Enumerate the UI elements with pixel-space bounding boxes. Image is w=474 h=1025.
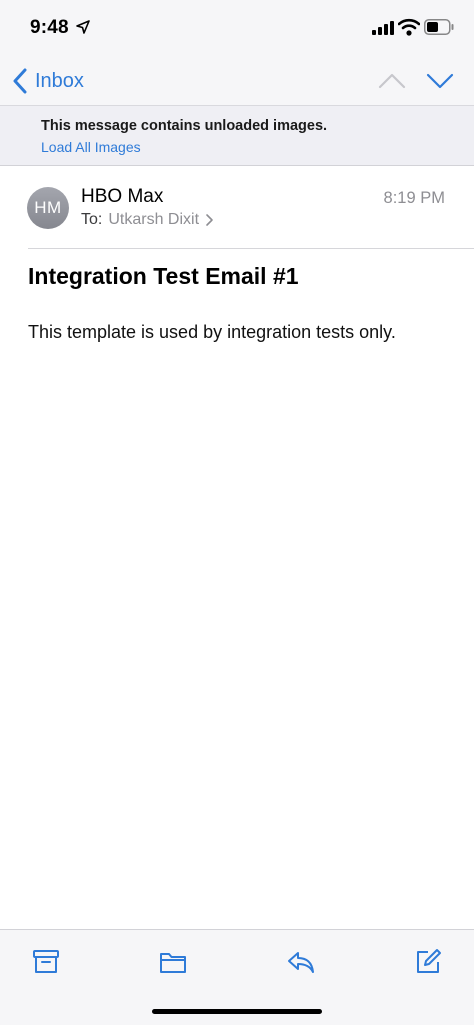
sender-name[interactable]: HBO Max	[81, 186, 163, 208]
unloaded-images-banner: This message contains unloaded images. L…	[0, 106, 474, 166]
nav-bar: Inbox	[0, 56, 474, 106]
banner-message: This message contains unloaded images.	[41, 118, 328, 134]
location-arrow-icon	[76, 20, 90, 34]
email-header: HM HBO Max 8:19 PM To: Utkarsh Dixit	[0, 167, 474, 249]
status-time: 9:48	[30, 17, 69, 38]
cellular-signal-icon	[372, 21, 394, 35]
reply-icon[interactable]	[287, 948, 315, 976]
folder-icon[interactable]	[159, 948, 187, 976]
battery-icon	[424, 19, 454, 35]
previous-message-chevron-up-icon[interactable]	[378, 68, 406, 94]
next-message-chevron-down-icon[interactable]	[426, 68, 454, 94]
status-bar: 9:48	[0, 0, 474, 56]
chevron-right-icon	[206, 214, 213, 226]
email-body: This template is used by integration tes…	[28, 322, 396, 342]
back-to-inbox-button[interactable]: Inbox	[12, 66, 84, 96]
recipient-row[interactable]: To: Utkarsh Dixit	[81, 211, 214, 229]
sender-avatar[interactable]: HM	[27, 187, 69, 229]
load-all-images-link[interactable]: Load All Images	[41, 139, 141, 155]
wifi-icon	[398, 18, 420, 36]
recipient-name[interactable]: Utkarsh Dixit	[108, 211, 199, 229]
email-subject: Integration Test Email #1	[28, 263, 299, 289]
back-label: Inbox	[35, 69, 84, 92]
archive-icon[interactable]	[32, 948, 60, 976]
header-divider	[28, 248, 474, 249]
chevron-left-icon	[13, 68, 27, 94]
email-time: 8:19 PM	[383, 189, 445, 207]
to-label: To:	[81, 211, 103, 228]
compose-icon[interactable]	[414, 948, 442, 976]
home-indicator	[152, 1009, 322, 1014]
